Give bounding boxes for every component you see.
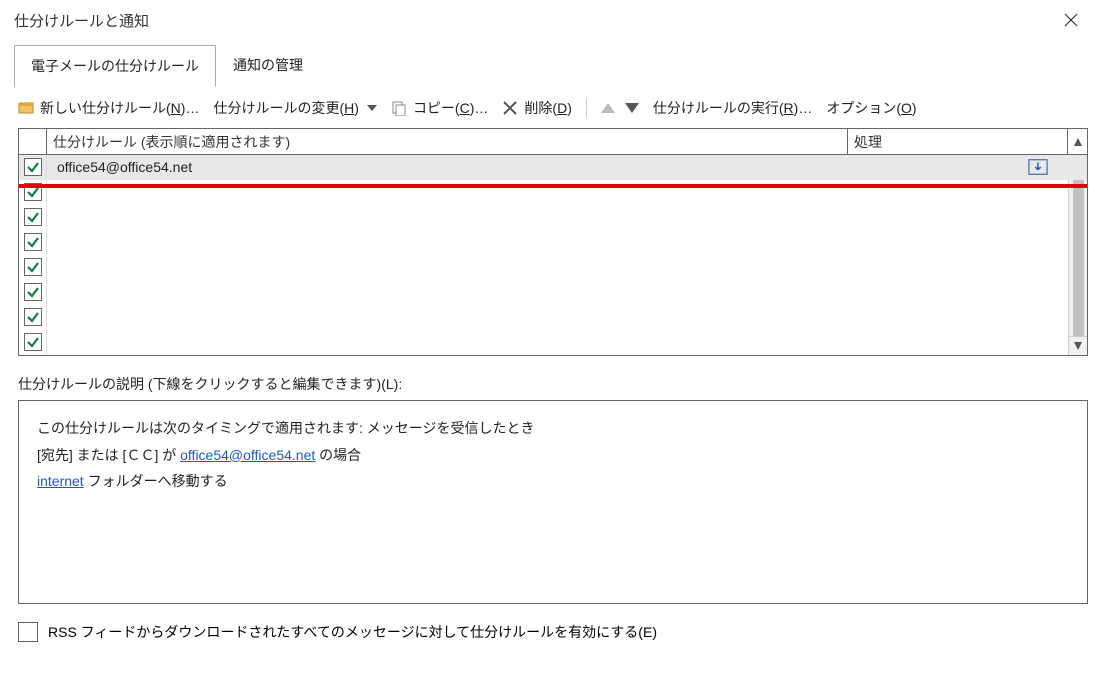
rule-row[interactable] [19, 255, 1087, 280]
rule-row[interactable] [19, 205, 1087, 230]
desc-line-2: [宛先] または [ＣＣ] が office54@office54.net の場… [37, 442, 1069, 469]
move-up-button[interactable] [601, 100, 615, 116]
new-rule-button[interactable]: 新しい仕分けルール(N)… [18, 98, 199, 118]
title-bar: 仕分けルールと通知 [0, 0, 1106, 40]
desc-line-1: この仕分けルールは次のタイミングで適用されます: メッセージを受信したとき [37, 415, 1069, 442]
separator [586, 98, 587, 118]
new-rule-icon [18, 100, 34, 116]
header-action[interactable]: 処理 [847, 129, 1067, 154]
folder-link[interactable]: internet [37, 473, 84, 489]
tab-notifications[interactable]: 通知の管理 [216, 44, 320, 86]
rule-row[interactable] [19, 280, 1087, 305]
options-button[interactable]: オプション(O) [826, 98, 916, 118]
tab-email-rules[interactable]: 電子メールの仕分けルール [14, 45, 216, 87]
header-checkbox-col [19, 129, 47, 154]
header-rule-name[interactable]: 仕分けルール (表示順に適用されます) [47, 132, 847, 152]
move-to-folder-icon [1008, 158, 1068, 176]
list-header: 仕分けルール (表示順に適用されます) 処理 [19, 129, 1087, 155]
move-down-button[interactable] [625, 100, 639, 116]
rule-checkbox[interactable] [24, 208, 42, 226]
close-button[interactable] [1050, 5, 1092, 35]
condition-link[interactable]: office54@office54.net [180, 447, 315, 463]
rule-checkbox[interactable] [24, 258, 42, 276]
rule-checkbox[interactable] [24, 183, 42, 201]
toolbar: 新しい仕分けルール(N)… 仕分けルールの変更(H) コピー(C)… 削除(D)… [14, 86, 1092, 128]
rss-checkbox[interactable] [18, 622, 38, 642]
delete-button[interactable]: 削除(D) [502, 98, 571, 118]
description-box: この仕分けルールは次のタイミングで適用されます: メッセージを受信したとき [宛… [18, 400, 1088, 604]
rule-name: office54@office54.net [47, 159, 1008, 175]
rule-checkbox[interactable] [24, 158, 42, 176]
rss-label: RSS フィードからダウンロードされたすべてのメッセージに対して仕分けルールを有… [48, 622, 657, 642]
rule-row[interactable] [19, 305, 1087, 330]
rule-row[interactable] [19, 180, 1087, 205]
window-title: 仕分けルールと通知 [14, 10, 1050, 31]
scroll-up-button[interactable] [1067, 129, 1087, 154]
rule-row[interactable]: office54@office54.net [19, 155, 1087, 180]
change-rule-button[interactable]: 仕分けルールの変更(H) [213, 98, 376, 118]
rule-checkbox[interactable] [24, 283, 42, 301]
list-body: office54@office54.net [19, 155, 1087, 355]
rule-checkbox[interactable] [24, 308, 42, 326]
rule-checkbox[interactable] [24, 233, 42, 251]
scroll-down-button[interactable] [1068, 336, 1087, 355]
rules-list: 仕分けルール (表示順に適用されます) 処理 office54@office54… [18, 128, 1088, 356]
rule-checkbox[interactable] [24, 333, 42, 351]
tabs: 電子メールの仕分けルール 通知の管理 [14, 44, 1092, 86]
rule-row[interactable] [19, 330, 1087, 355]
description-label: 仕分けルールの説明 (下線をクリックすると編集できます)(L): [18, 374, 1092, 394]
chevron-down-icon [367, 105, 377, 111]
desc-line-3: internet フォルダーへ移動する [37, 468, 1069, 495]
rss-option: RSS フィードからダウンロードされたすべてのメッセージに対して仕分けルールを有… [18, 622, 1088, 642]
delete-icon [502, 100, 518, 116]
move-arrows [601, 100, 639, 116]
copy-icon [391, 100, 407, 116]
run-rules-button[interactable]: 仕分けルールの実行(R)… [653, 98, 812, 118]
copy-button[interactable]: コピー(C)… [391, 98, 488, 118]
rule-row[interactable] [19, 230, 1087, 255]
close-icon [1064, 13, 1078, 27]
